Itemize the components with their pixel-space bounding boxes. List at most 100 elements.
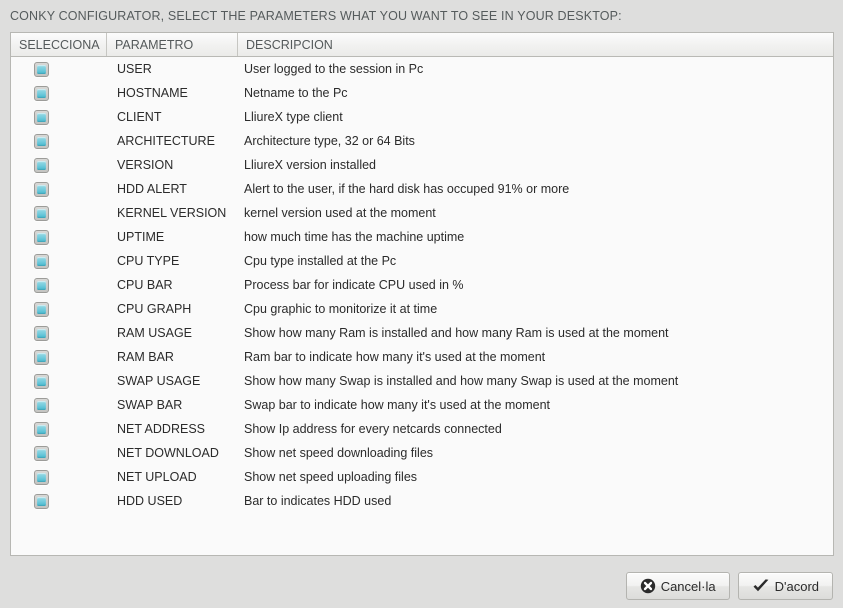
parameter-description: LliureX type client — [238, 110, 833, 124]
parameter-toggle-checkbox[interactable] — [34, 134, 49, 149]
ok-button[interactable]: D'acord — [738, 572, 833, 600]
parameter-description: Netname to the Pc — [238, 86, 833, 100]
parameter-description: Process bar for indicate CPU used in % — [238, 278, 833, 292]
parameter-name: CLIENT — [107, 110, 238, 124]
parameter-description: how much time has the machine uptime — [238, 230, 833, 244]
parameter-description: LliureX version installed — [238, 158, 833, 172]
parameter-description: kernel version used at the moment — [238, 206, 833, 220]
table-row[interactable]: VERSIONLliureX version installed — [11, 153, 833, 177]
parameter-description: Show how many Ram is installed and how m… — [238, 326, 833, 340]
parameter-toggle-checkbox[interactable] — [34, 278, 49, 293]
parameter-name: UPTIME — [107, 230, 238, 244]
parameter-description: Show net speed uploading files — [238, 470, 833, 484]
table-row[interactable]: NET DOWNLOADShow net speed downloading f… — [11, 441, 833, 465]
table-header-row: SELECCIONA PARAMETRO DESCRIPCION — [11, 33, 833, 57]
row-select-cell — [11, 206, 107, 221]
table-row[interactable]: SWAP BARSwap bar to indicate how many it… — [11, 393, 833, 417]
parameter-toggle-checkbox[interactable] — [34, 422, 49, 437]
parameter-name: RAM USAGE — [107, 326, 238, 340]
table-row[interactable]: HOSTNAMENetname to the Pc — [11, 81, 833, 105]
parameter-name: NET ADDRESS — [107, 422, 238, 436]
parameter-toggle-checkbox[interactable] — [34, 206, 49, 221]
table-row[interactable]: RAM USAGEShow how many Ram is installed … — [11, 321, 833, 345]
window-title-bar: CONKY CONFIGURATOR, SELECT THE PARAMETER… — [0, 0, 843, 31]
row-select-cell — [11, 62, 107, 77]
parameter-name: USER — [107, 62, 238, 76]
table-row[interactable]: UPTIMEhow much time has the machine upti… — [11, 225, 833, 249]
table-row[interactable]: CLIENTLliureX type client — [11, 105, 833, 129]
parameter-toggle-checkbox[interactable] — [34, 182, 49, 197]
row-select-cell — [11, 278, 107, 293]
parameter-toggle-checkbox[interactable] — [34, 62, 49, 77]
row-select-cell — [11, 110, 107, 125]
parameter-name: CPU TYPE — [107, 254, 238, 268]
column-header-selecciona[interactable]: SELECCIONA — [11, 33, 107, 56]
parameter-toggle-checkbox[interactable] — [34, 470, 49, 485]
table-row[interactable]: HDD ALERTAlert to the user, if the hard … — [11, 177, 833, 201]
ok-button-label: D'acord — [775, 580, 819, 593]
parameter-description: Show Ip address for every netcards conne… — [238, 422, 833, 436]
column-header-parametro[interactable]: PARAMETRO — [107, 33, 238, 56]
parameter-name: HDD ALERT — [107, 182, 238, 196]
row-select-cell — [11, 350, 107, 365]
parameter-toggle-checkbox[interactable] — [34, 230, 49, 245]
table-body: USERUser logged to the session in PcHOST… — [11, 57, 833, 513]
parameter-name: SWAP USAGE — [107, 374, 238, 388]
parameter-name: CPU GRAPH — [107, 302, 238, 316]
parameter-name: HDD USED — [107, 494, 238, 508]
parameter-toggle-checkbox[interactable] — [34, 350, 49, 365]
parameter-description: Cpu graphic to monitorize it at time — [238, 302, 833, 316]
parameter-toggle-checkbox[interactable] — [34, 86, 49, 101]
parameter-description: Bar to indicates HDD used — [238, 494, 833, 508]
table-row[interactable]: CPU BARProcess bar for indicate CPU used… — [11, 273, 833, 297]
table-row[interactable]: CPU GRAPHCpu graphic to monitorize it at… — [11, 297, 833, 321]
cancel-button[interactable]: Cancel·la — [626, 572, 730, 600]
table-row[interactable]: ARCHITECTUREArchitecture type, 32 or 64 … — [11, 129, 833, 153]
row-select-cell — [11, 302, 107, 317]
parameter-name: KERNEL VERSION — [107, 206, 238, 220]
page-title: CONKY CONFIGURATOR, SELECT THE PARAMETER… — [10, 9, 622, 23]
parameter-toggle-checkbox[interactable] — [34, 158, 49, 173]
parameter-name: CPU BAR — [107, 278, 238, 292]
row-select-cell — [11, 254, 107, 269]
parameter-toggle-checkbox[interactable] — [34, 446, 49, 461]
parameter-description: Architecture type, 32 or 64 Bits — [238, 134, 833, 148]
parameter-toggle-checkbox[interactable] — [34, 398, 49, 413]
parameter-name: RAM BAR — [107, 350, 238, 364]
parameter-toggle-checkbox[interactable] — [34, 302, 49, 317]
parameter-toggle-checkbox[interactable] — [34, 326, 49, 341]
table-row[interactable]: KERNEL VERSIONkernel version used at the… — [11, 201, 833, 225]
parameter-description: Show net speed downloading files — [238, 446, 833, 460]
column-header-descripcion[interactable]: DESCRIPCION — [238, 33, 833, 56]
cancel-button-label: Cancel·la — [661, 580, 716, 593]
table-row[interactable]: USERUser logged to the session in Pc — [11, 57, 833, 81]
row-select-cell — [11, 182, 107, 197]
parameter-description: Ram bar to indicate how many it's used a… — [238, 350, 833, 364]
table-row[interactable]: RAM BARRam bar to indicate how many it's… — [11, 345, 833, 369]
parameter-toggle-checkbox[interactable] — [34, 494, 49, 509]
table-row[interactable]: SWAP USAGEShow how many Swap is installe… — [11, 369, 833, 393]
parameter-description: Show how many Swap is installed and how … — [238, 374, 833, 388]
parameter-description: Alert to the user, if the hard disk has … — [238, 182, 833, 196]
parameter-toggle-checkbox[interactable] — [34, 374, 49, 389]
row-select-cell — [11, 230, 107, 245]
parameter-name: ARCHITECTURE — [107, 134, 238, 148]
table-row[interactable]: CPU TYPECpu type installed at the Pc — [11, 249, 833, 273]
parameter-description: Swap bar to indicate how many it's used … — [238, 398, 833, 412]
row-select-cell — [11, 326, 107, 341]
parameter-toggle-checkbox[interactable] — [34, 110, 49, 125]
row-select-cell — [11, 134, 107, 149]
row-select-cell — [11, 374, 107, 389]
parameter-description: Cpu type installed at the Pc — [238, 254, 833, 268]
parameter-toggle-checkbox[interactable] — [34, 254, 49, 269]
parameter-description: User logged to the session in Pc — [238, 62, 833, 76]
parameters-table: SELECCIONA PARAMETRO DESCRIPCION USERUse… — [10, 32, 834, 556]
row-select-cell — [11, 422, 107, 437]
table-row[interactable]: NET UPLOADShow net speed uploading files — [11, 465, 833, 489]
conky-configurator-window: CONKY CONFIGURATOR, SELECT THE PARAMETER… — [0, 0, 843, 608]
table-row[interactable]: NET ADDRESSShow Ip address for every net… — [11, 417, 833, 441]
row-select-cell — [11, 86, 107, 101]
row-select-cell — [11, 470, 107, 485]
dialog-button-bar: Cancel·la D'acord — [0, 562, 843, 608]
table-row[interactable]: HDD USEDBar to indicates HDD used — [11, 489, 833, 513]
